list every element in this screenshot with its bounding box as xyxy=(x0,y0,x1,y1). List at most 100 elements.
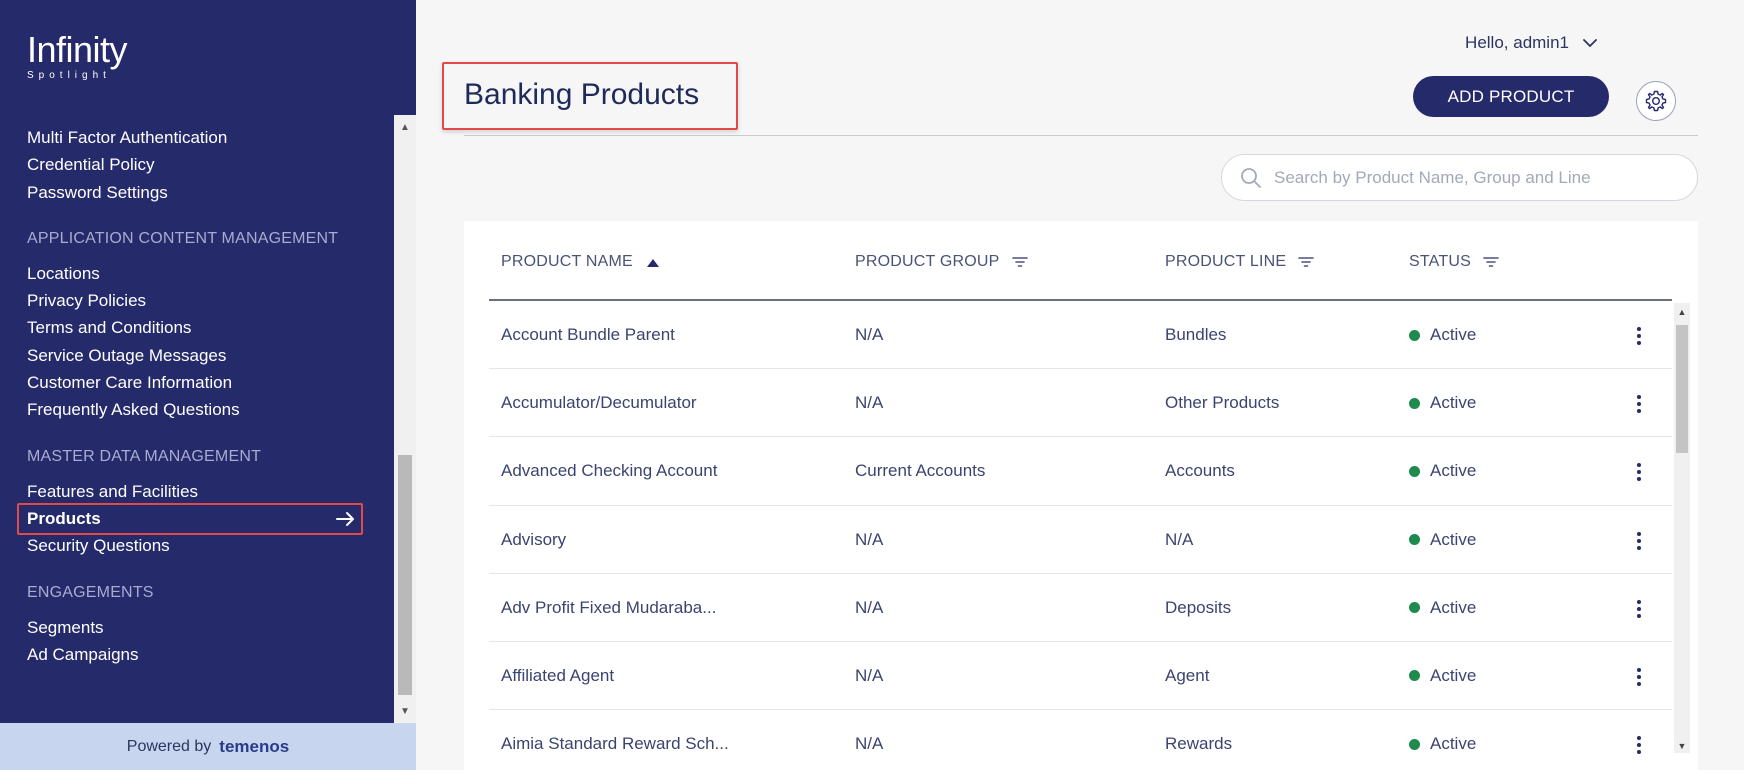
column-label: PRODUCT LINE xyxy=(1165,253,1287,270)
scroll-up-arrow-icon[interactable]: ▲ xyxy=(399,123,411,133)
column-header-product-group[interactable]: PRODUCT GROUP xyxy=(855,253,1028,271)
table-header: PRODUCT NAME PRODUCT GROUP PRODUCT LINE … xyxy=(489,221,1672,301)
more-options-icon[interactable] xyxy=(1636,531,1642,550)
product-name-cell[interactable]: Accumulator/Decumulator xyxy=(501,369,697,437)
table-scroll-thumb[interactable] xyxy=(1676,325,1688,453)
product-line-cell: Deposits xyxy=(1165,597,1232,617)
column-header-status[interactable]: STATUS xyxy=(1409,253,1499,271)
more-options-icon[interactable] xyxy=(1636,667,1642,686)
scroll-down-arrow-icon[interactable]: ▼ xyxy=(399,707,411,717)
nav-section-engagements: ENGAGEMENTS Segments Ad Campaigns xyxy=(0,584,394,669)
status-label: Active xyxy=(1430,665,1477,685)
status-dot-icon xyxy=(1409,534,1420,546)
page-title: Banking Products xyxy=(464,78,700,111)
column-header-product-name[interactable]: PRODUCT NAME xyxy=(501,253,661,271)
table-row[interactable]: Aimia Standard Reward Sch... N/A Rewards… xyxy=(489,710,1672,770)
table-row[interactable]: Account Bundle Parent N/A Bundles Active xyxy=(489,301,1672,370)
product-group-cell: N/A xyxy=(855,597,884,617)
status-label: Active xyxy=(1430,734,1477,754)
sidebar-item-features-and-facilities[interactable]: Features and Facilities xyxy=(27,478,362,505)
sidebar-item-customer-care-information[interactable]: Customer Care Information xyxy=(27,369,362,396)
sidebar-item-service-outage-messages[interactable]: Service Outage Messages xyxy=(27,342,362,369)
sidebar-item-credential-policy[interactable]: Credential Policy xyxy=(27,151,362,178)
filter-icon[interactable] xyxy=(1011,256,1028,268)
status-cell: Active xyxy=(1409,642,1476,710)
sort-ascending-icon[interactable] xyxy=(645,256,661,268)
status-label: Active xyxy=(1430,529,1477,549)
table-body: Account Bundle Parent N/A Bundles Active… xyxy=(489,301,1672,770)
status-dot-icon xyxy=(1409,397,1420,409)
product-name-cell[interactable]: Advisory xyxy=(501,506,566,574)
active-highlight-box xyxy=(17,502,363,535)
sidebar-item-segments[interactable]: Segments xyxy=(27,614,362,641)
more-options-icon[interactable] xyxy=(1636,395,1642,414)
product-name-cell[interactable]: Adv Profit Fixed Mudaraba... xyxy=(501,574,716,642)
nav-section-master-data: MASTER DATA MANAGEMENT Features and Faci… xyxy=(0,448,394,560)
sidebar-item-privacy-policies[interactable]: Privacy Policies xyxy=(27,287,362,314)
status-label: Active xyxy=(1430,393,1477,413)
sidebar-scroll-thumb[interactable] xyxy=(398,455,412,695)
sidebar-item-terms-and-conditions[interactable]: Terms and Conditions xyxy=(27,314,362,341)
product-group-cell: N/A xyxy=(855,665,884,685)
filter-icon[interactable] xyxy=(1483,256,1499,268)
sidebar-item-security-questions[interactable]: Security Questions xyxy=(27,532,362,559)
scroll-down-arrow-icon[interactable]: ▼ xyxy=(1677,741,1687,751)
product-line-cell: Rewards xyxy=(1165,734,1233,754)
user-menu[interactable]: Hello, admin1 xyxy=(1465,33,1597,53)
status-cell: Active xyxy=(1409,301,1476,369)
sidebar-nav: Multi Factor Authentication Credential P… xyxy=(0,115,394,723)
product-group-cell: N/A xyxy=(855,393,884,413)
sidebar-scrollbar[interactable]: ▲ ▼ xyxy=(394,115,416,723)
gear-icon xyxy=(1645,90,1667,112)
status-cell: Active xyxy=(1409,710,1476,770)
product-line-cell: Bundles xyxy=(1165,325,1227,344)
more-options-icon[interactable] xyxy=(1636,327,1642,345)
search-icon xyxy=(1241,167,1261,188)
products-table: PRODUCT NAME PRODUCT GROUP PRODUCT LINE … xyxy=(464,221,1698,770)
status-label: Active xyxy=(1430,325,1477,344)
more-options-icon[interactable] xyxy=(1636,463,1642,482)
status-cell: Active xyxy=(1409,574,1476,642)
nav-heading: ENGAGEMENTS xyxy=(27,583,154,601)
app-logo[interactable]: Infinity Spotlight xyxy=(27,32,128,82)
product-name-cell[interactable]: Account Bundle Parent xyxy=(501,301,675,369)
sidebar-item-ad-campaigns[interactable]: Ad Campaigns xyxy=(27,641,362,668)
product-line-cell: Accounts xyxy=(1165,461,1235,481)
status-cell: Active xyxy=(1409,506,1476,574)
product-name-cell[interactable]: Aimia Standard Reward Sch... xyxy=(501,710,729,770)
product-name-cell[interactable]: Affiliated Agent xyxy=(501,642,614,710)
status-dot-icon xyxy=(1409,602,1420,614)
status-dot-icon xyxy=(1409,329,1420,341)
powered-by-footer: Powered by temenos xyxy=(0,723,416,770)
sidebar-item-locations[interactable]: Locations xyxy=(27,260,362,287)
more-options-icon[interactable] xyxy=(1636,736,1642,755)
table-row[interactable]: Accumulator/Decumulator N/A Other Produc… xyxy=(489,369,1672,438)
search-input[interactable] xyxy=(1274,167,1674,188)
sidebar-item-faq[interactable]: Frequently Asked Questions xyxy=(27,396,362,423)
status-label: Active xyxy=(1430,461,1477,481)
nav-heading: MASTER DATA MANAGEMENT xyxy=(27,447,262,465)
sidebar-item-multi-factor-authentication[interactable]: Multi Factor Authentication xyxy=(27,124,362,151)
table-row[interactable]: Affiliated Agent N/A Agent Active xyxy=(489,642,1672,711)
sidebar-item-products[interactable]: Products xyxy=(17,502,363,535)
more-options-icon[interactable] xyxy=(1636,599,1642,618)
settings-button[interactable] xyxy=(1636,81,1676,121)
nav-heading: APPLICATION CONTENT MANAGEMENT xyxy=(27,229,339,247)
temenos-logo: temenos xyxy=(219,736,290,756)
column-header-product-line[interactable]: PRODUCT LINE xyxy=(1165,253,1315,271)
status-dot-icon xyxy=(1409,670,1420,682)
table-row[interactable]: Advanced Checking Account Current Accoun… xyxy=(489,437,1672,506)
product-line-cell: Other Products xyxy=(1165,393,1280,413)
chevron-down-icon xyxy=(1583,39,1597,48)
product-name-cell[interactable]: Advanced Checking Account xyxy=(501,437,717,505)
scroll-up-arrow-icon[interactable]: ▲ xyxy=(1677,307,1687,317)
sidebar-item-password-settings[interactable]: Password Settings xyxy=(27,179,362,206)
table-scrollbar[interactable]: ▲ ▼ xyxy=(1674,303,1690,753)
filter-icon[interactable] xyxy=(1298,256,1315,268)
status-cell: Active xyxy=(1409,437,1476,505)
status-cell: Active xyxy=(1409,369,1476,437)
table-row[interactable]: Adv Profit Fixed Mudaraba... N/A Deposit… xyxy=(489,574,1672,642)
add-product-button[interactable]: ADD PRODUCT xyxy=(1413,76,1609,117)
table-row[interactable]: Advisory N/A N/A Active xyxy=(489,506,1672,574)
search-bar[interactable] xyxy=(1221,154,1698,201)
